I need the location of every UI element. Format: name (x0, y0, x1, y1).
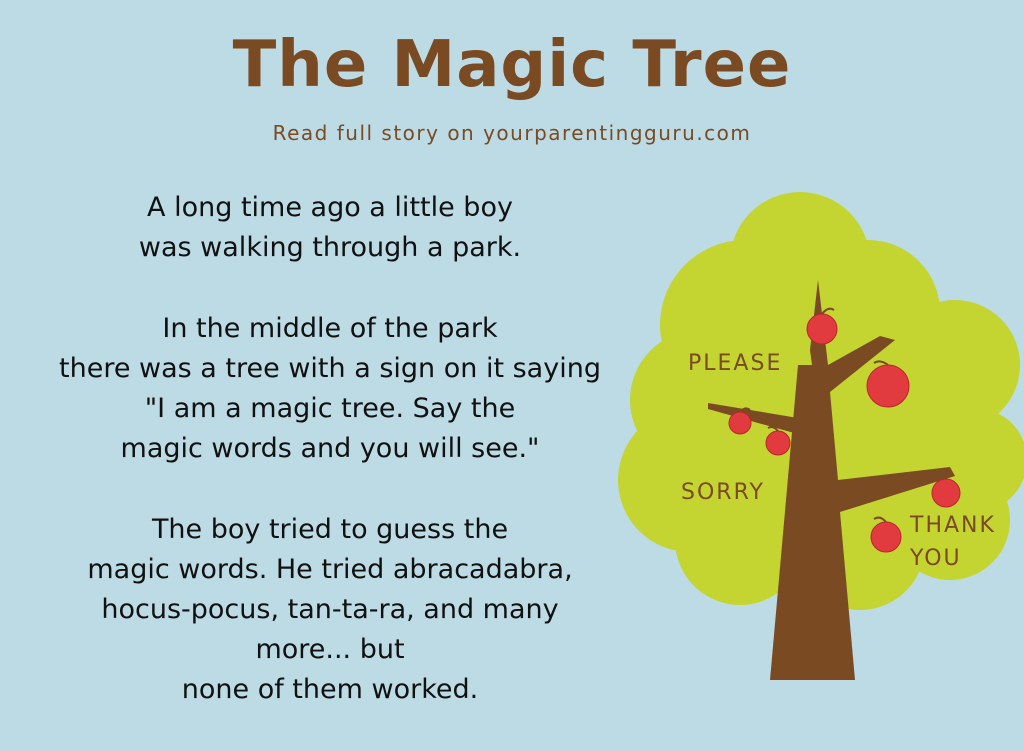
story-line: magic words and you will see." (120, 433, 540, 464)
label-please: PLEASE (688, 351, 782, 376)
story-text: A long time ago a little boy was walking… (6, 188, 654, 751)
story-line: hocus-pocus, tan-ta-ra, and many (101, 594, 559, 625)
story-line: magic words. He tried abracadabra, (87, 554, 573, 585)
story-paragraph-1: A long time ago a little boy was walking… (6, 188, 654, 268)
label-thank: THANK (909, 513, 996, 538)
page-title: The Magic Tree (232, 28, 792, 102)
story-line: more... but (255, 634, 405, 665)
story-line: none of them worked. (181, 674, 479, 705)
label-sorry: SORRY (681, 480, 765, 505)
story-line: A long time ago a little boy (147, 192, 513, 223)
story-line: there was a tree with a sign on it sayin… (59, 353, 601, 384)
story-line: The boy tried to guess the (151, 514, 509, 545)
label-you: YOU (909, 546, 962, 571)
story-line: In the middle of the park (162, 313, 498, 344)
story-paragraph-2: In the middle of the park there was a tr… (6, 309, 654, 469)
story-line: "I am a magic tree. Say the (144, 393, 516, 424)
source-link-text: Read full story on yourparentingguru.com (272, 121, 752, 145)
story-line: was walking through a park. (138, 232, 522, 263)
story-paragraph-3: The boy tried to guess the magic words. … (6, 510, 654, 710)
magic-tree-illustration: PLEASE SORRY THANK YOU (618, 192, 1024, 680)
